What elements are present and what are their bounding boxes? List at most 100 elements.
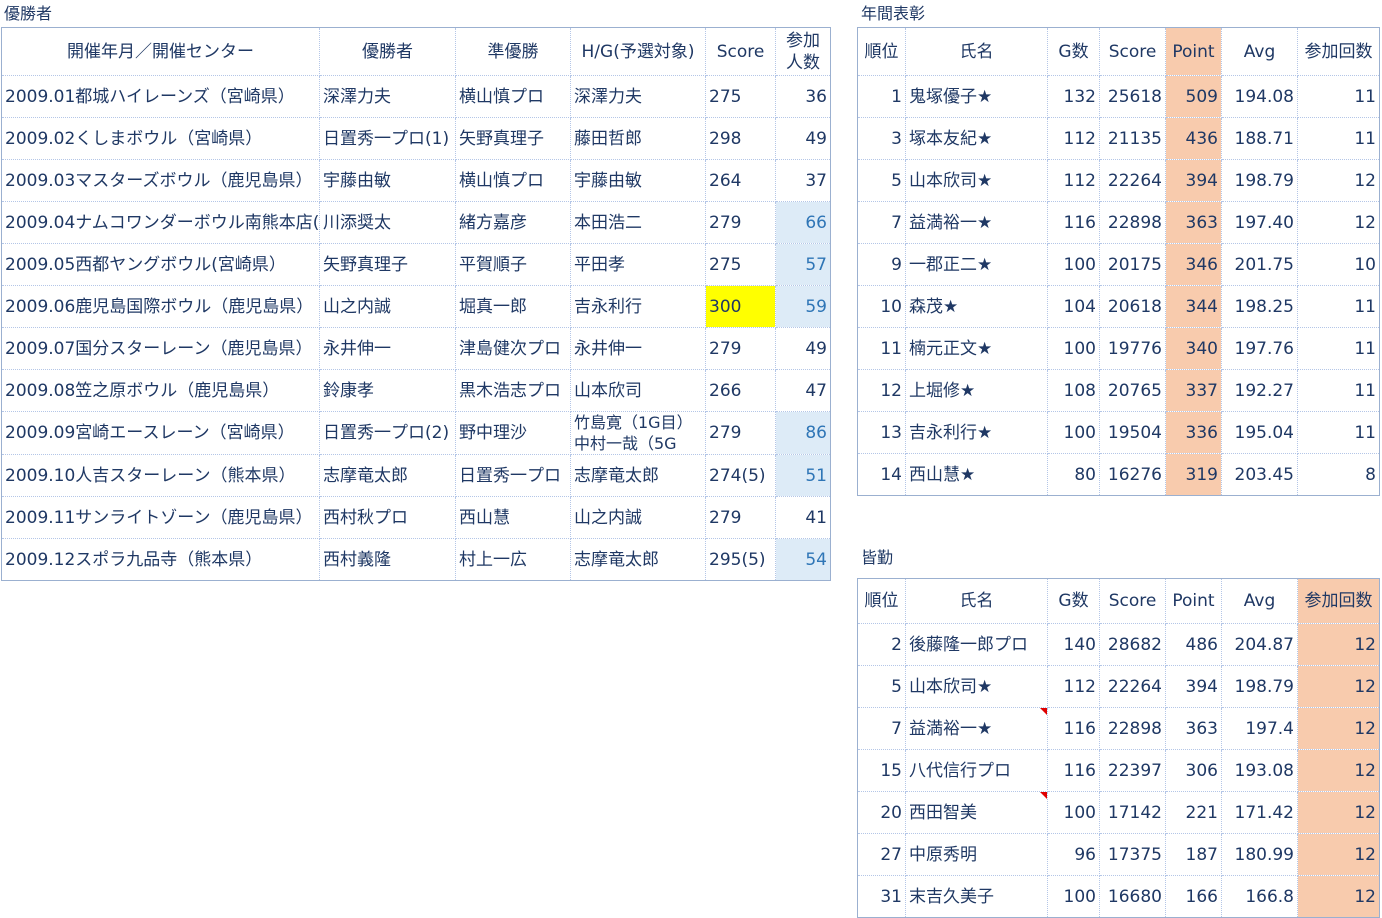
rank-cell: 10: [857, 285, 906, 328]
name-cell: 末吉久美子: [905, 875, 1048, 918]
rank-cell: 15: [857, 749, 906, 792]
rank-cell: 5: [857, 665, 906, 708]
count-cell: 11: [1297, 75, 1380, 118]
score-cell: 22898: [1099, 201, 1166, 244]
table-row: 2009.11サンライトゾーン（鹿児島県） 西村秋プロ 西山慧 山之内誠 279…: [1, 496, 831, 539]
winner-cell: 西村秋プロ: [319, 496, 456, 539]
runner-up-cell: 堀真一郎: [455, 285, 571, 328]
avg-cell: 198.79: [1221, 159, 1298, 202]
name-cell-with-comment[interactable]: 西田智美: [905, 791, 1048, 834]
point-cell: 221: [1165, 791, 1222, 834]
col-header-rank: 順位: [857, 27, 906, 76]
score-cell: 264: [705, 159, 776, 202]
winner-cell: 川添奨太: [319, 201, 456, 244]
event-cell: 2009.04ナムコワンダーボウル南熊本店(熊本: [1, 201, 320, 244]
col-header-games: G数: [1047, 27, 1100, 76]
score-cell: 279: [705, 327, 776, 370]
attendance-header-row: 順位 氏名 G数 Score Point Avg 参加回数: [857, 578, 1380, 624]
rank-cell: 3: [857, 117, 906, 160]
point-cell: 336: [1165, 411, 1222, 454]
score-cell: 266: [705, 369, 776, 412]
avg-cell: 194.08: [1221, 75, 1298, 118]
table-row: 2009.08笠之原ボウル（鹿児島県） 鈴康孝 黒木浩志プロ 山本欣司 266 …: [1, 369, 831, 412]
table-row: 2009.05西都ヤングボウル(宮崎県） 矢野真理子 平賀順子 平田孝 275 …: [1, 243, 831, 286]
col-header-score: Score: [1099, 578, 1166, 624]
count-cell: 8: [1297, 453, 1380, 496]
table-row: 20 西田智美 100 17142 221 171.42 12: [857, 791, 1380, 834]
event-cell: 2009.01都城ハイレーンズ（宮崎県）: [1, 75, 320, 118]
col-header-event: 開催年月／開催センター: [1, 27, 320, 76]
name-cell-with-comment[interactable]: 益満裕一★: [905, 707, 1048, 750]
score-cell: 21135: [1099, 117, 1166, 160]
event-cell: 2009.12スポラ九品寺（熊本県）: [1, 538, 320, 581]
count-cell: 12: [1297, 159, 1380, 202]
name-cell: 後藤隆一郎プロ: [905, 623, 1048, 666]
runner-up-cell: 矢野真理子: [455, 117, 571, 160]
rank-cell: 1: [857, 75, 906, 118]
table-row: 5 山本欣司★ 112 22264 394 198.79 12: [857, 665, 1380, 708]
hg-cell: 志摩竜太郎: [570, 538, 706, 581]
count-cell: 12: [1297, 707, 1380, 750]
name-cell: 上堀修★: [905, 369, 1048, 412]
point-cell: 166: [1165, 875, 1222, 918]
table-row: 31 末吉久美子 100 16680 166 166.8 12: [857, 875, 1380, 918]
score-cell: 22264: [1099, 159, 1166, 202]
score-cell: 20618: [1099, 285, 1166, 328]
table-row: 2009.02くしまボウル（宮崎県） 日置秀一プロ(1) 矢野真理子 藤田哲郎 …: [1, 117, 831, 160]
name-cell: 八代信行プロ: [905, 749, 1048, 792]
col-header-runner-up: 準優勝: [455, 27, 571, 76]
table-row: 2009.04ナムコワンダーボウル南熊本店(熊本 川添奨太 緒方嘉彦 本田浩二 …: [1, 201, 831, 244]
games-cell: 132: [1047, 75, 1100, 118]
winner-cell: 日置秀一プロ(2): [319, 411, 456, 455]
point-cell: 394: [1165, 665, 1222, 708]
hg-cell: 本田浩二: [570, 201, 706, 244]
table-row: 3 塚本友紀★ 112 21135 436 188.71 11: [857, 117, 1380, 160]
winner-cell: 鈴康孝: [319, 369, 456, 412]
runner-up-cell: 野中理沙: [455, 411, 571, 455]
col-header-avg: Avg: [1221, 27, 1298, 76]
avg-cell: 180.99: [1221, 833, 1298, 876]
name-cell: 塚本友紀★: [905, 117, 1048, 160]
avg-cell: 188.71: [1221, 117, 1298, 160]
avg-cell: 203.45: [1221, 453, 1298, 496]
attendance-title: 皆勤: [861, 548, 894, 567]
hg-cell: 藤田哲郎: [570, 117, 706, 160]
avg-cell: 198.25: [1221, 285, 1298, 328]
winners-table: 開催年月／開催センター 優勝者 準優勝 H/G(予選対象) Score 参加人数…: [1, 27, 831, 581]
games-cell: 96: [1047, 833, 1100, 876]
participants-cell: 86: [775, 411, 831, 455]
score-cell: 295(5): [705, 538, 776, 581]
score-cell: 22264: [1099, 665, 1166, 708]
annual-title: 年間表彰: [861, 4, 926, 23]
hg-cell: 宇藤由敏: [570, 159, 706, 202]
point-cell: 509: [1165, 75, 1222, 118]
score-cell: 274(5): [705, 454, 776, 497]
table-row: 2009.10人吉スターレーン（熊本県） 志摩竜太郎 日置秀一プロ 志摩竜太郎 …: [1, 454, 831, 497]
rank-cell: 7: [857, 707, 906, 750]
point-cell: 337: [1165, 369, 1222, 412]
rank-cell: 7: [857, 201, 906, 244]
hg-cell: 永井伸一: [570, 327, 706, 370]
games-cell: 140: [1047, 623, 1100, 666]
rank-cell: 27: [857, 833, 906, 876]
count-cell: 12: [1297, 665, 1380, 708]
score-cell: 28682: [1099, 623, 1166, 666]
runner-up-cell: 村上一広: [455, 538, 571, 581]
event-cell: 2009.03マスターズボウル（鹿児島県）: [1, 159, 320, 202]
games-cell: 100: [1047, 875, 1100, 918]
avg-cell: 197.40: [1221, 201, 1298, 244]
score-cell: 20765: [1099, 369, 1166, 412]
hg-cell: 山之内誠: [570, 496, 706, 539]
avg-cell: 171.42: [1221, 791, 1298, 834]
point-cell: 340: [1165, 327, 1222, 370]
score-cell: 25618: [1099, 75, 1166, 118]
point-cell: 346: [1165, 243, 1222, 286]
hg-line-1: 竹島寛（1G目）: [574, 413, 693, 432]
event-cell: 2009.10人吉スターレーン（熊本県）: [1, 454, 320, 497]
event-cell: 2009.02くしまボウル（宮崎県）: [1, 117, 320, 160]
attendance-table: 順位 氏名 G数 Score Point Avg 参加回数 2 後藤隆一郎プロ …: [857, 578, 1380, 918]
col-header-rank: 順位: [857, 578, 906, 624]
score-cell: 19504: [1099, 411, 1166, 454]
point-cell: 187: [1165, 833, 1222, 876]
runner-up-cell: 緒方嘉彦: [455, 201, 571, 244]
